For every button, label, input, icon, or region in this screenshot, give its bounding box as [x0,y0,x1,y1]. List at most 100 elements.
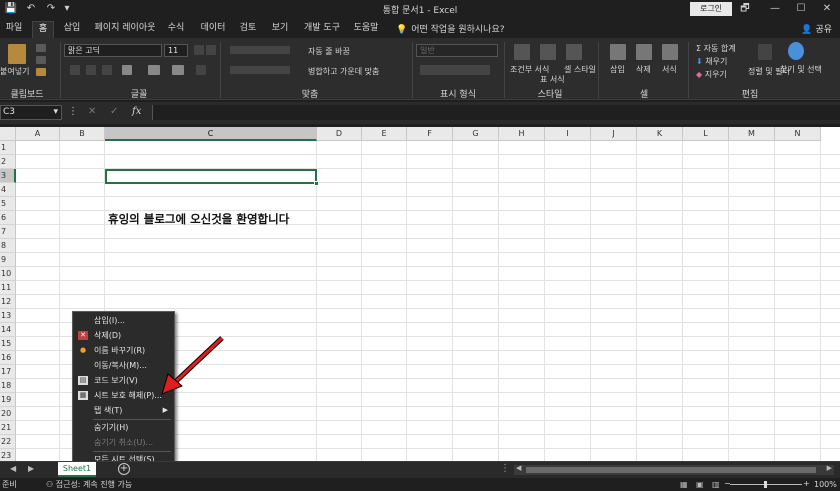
next-sheet-icon[interactable]: ▶ [28,464,34,473]
insert-cells-label[interactable]: 삽입 [610,64,625,75]
column-header-b[interactable]: B [60,127,105,141]
cell-c6[interactable]: 휴잉의 블로그에 오신것을 환영합니다 [108,211,289,227]
format-as-table-icon[interactable] [540,44,556,60]
column-header-a[interactable]: A [16,127,60,141]
row-header-4[interactable]: 4 [0,183,16,197]
insert-cells-icon[interactable] [610,44,626,60]
row-header-5[interactable]: 5 [0,197,16,211]
decrease-font-icon[interactable] [206,45,216,55]
format-cells-icon[interactable] [662,44,678,60]
row-header-17[interactable]: 17 [0,365,16,379]
paste-icon[interactable] [8,44,26,64]
close-button[interactable]: ✕ [816,1,838,17]
font-color-icon[interactable] [172,65,184,75]
save-icon[interactable]: 💾 [4,2,18,16]
font-name-select[interactable]: 맑은 고딕 [64,44,162,57]
tab-file[interactable]: 파일 [2,21,26,38]
page-break-view-icon[interactable]: ▥ [712,478,720,491]
active-cell-selection[interactable] [105,169,317,184]
fill-color-icon[interactable] [148,65,160,75]
number-format-select[interactable]: 일반 [416,44,498,57]
row-header-6[interactable]: 6 [0,211,16,225]
row-header-7[interactable]: 7 [0,225,16,239]
conditional-format-icon[interactable] [514,44,530,60]
format-painter-icon[interactable] [36,68,46,76]
tab-formulas[interactable]: 수식 [164,21,188,38]
ribbon-display-icon[interactable]: 🗗 [734,1,756,17]
vertical-align-icons[interactable] [230,46,290,54]
font-size-select[interactable]: 11 [164,44,188,57]
horizontal-scroll-thumb[interactable] [526,467,816,473]
column-header-m[interactable]: M [729,127,775,141]
tab-view[interactable]: 보기 [268,21,292,38]
row-header-3[interactable]: 3 [0,169,16,183]
column-header-c[interactable]: C [105,127,317,141]
ctx-tab-color[interactable]: 탭 색(T) ▶ [73,403,174,418]
zoom-level[interactable]: 100% [814,478,837,491]
accessibility-status[interactable]: ⚇ 접근성: 계속 진행 가능 [46,478,132,491]
column-header-d[interactable]: D [317,127,362,141]
column-header-i[interactable]: I [545,127,591,141]
column-header-e[interactable]: E [362,127,407,141]
login-button[interactable]: 로그인 [690,2,732,16]
page-layout-view-icon[interactable]: ▣ [696,478,704,491]
row-header-1[interactable]: 1 [0,141,16,155]
row-header-11[interactable]: 11 [0,281,16,295]
scroll-left-icon[interactable]: ◀ [516,464,521,472]
column-header-n[interactable]: N [775,127,821,141]
tab-help[interactable]: 도움말 [350,21,382,38]
row-header-10[interactable]: 10 [0,267,16,281]
cut-icon[interactable] [36,44,46,52]
underline-icon[interactable] [102,65,112,75]
tell-me-search[interactable]: 💡 어떤 작업을 원하시나요? [396,22,505,35]
column-header-l[interactable]: L [683,127,729,141]
zoom-in-icon[interactable]: + [803,477,810,490]
phonetic-icon[interactable] [196,65,206,75]
row-header-18[interactable]: 18 [0,379,16,393]
prev-sheet-icon[interactable]: ◀ [10,464,16,473]
ctx-insert[interactable]: 삽입(I)... [73,313,174,328]
row-header-16[interactable]: 16 [0,351,16,365]
row-header-13[interactable]: 13 [0,309,16,323]
tab-insert[interactable]: 삽입 [60,21,84,38]
tab-review[interactable]: 검토 [236,21,260,38]
horizontal-scrollbar[interactable]: ◀ ▶ [514,464,834,475]
tab-data[interactable]: 데이터 [198,21,228,38]
row-header-9[interactable]: 9 [0,253,16,267]
italic-icon[interactable] [86,65,96,75]
redo-icon[interactable]: ↷ [44,2,58,16]
cell-styles-icon[interactable] [566,44,582,60]
name-box[interactable]: C3 ▾ [0,105,62,120]
fill-handle[interactable] [314,181,319,186]
cell-styles-label[interactable]: 셀 스타일 [564,64,596,75]
row-header-19[interactable]: 19 [0,393,16,407]
row-header-23[interactable]: 23 [0,449,16,461]
column-header-j[interactable]: J [591,127,637,141]
select-all-corner[interactable] [0,127,16,141]
undo-icon[interactable]: ↶ [24,2,38,16]
row-header-2[interactable]: 2 [0,155,16,169]
horizontal-align-icons[interactable] [230,66,290,74]
delete-cells-label[interactable]: 삭제 [636,64,651,75]
find-select-label[interactable]: 찾기 및 선택 [780,64,822,75]
zoom-slider-thumb[interactable] [764,481,767,488]
row-header-14[interactable]: 14 [0,323,16,337]
column-header-g[interactable]: G [453,127,499,141]
fill-button[interactable]: ⬇ 채우기 [696,56,727,67]
column-header-h[interactable]: H [499,127,545,141]
column-header-k[interactable]: K [637,127,683,141]
more-options-icon[interactable]: ⋮ [68,106,78,117]
merge-center-button[interactable]: 병합하고 가운데 맞춤 [308,66,379,77]
cancel-icon[interactable]: ✕ [88,106,96,117]
row-header-22[interactable]: 22 [0,435,16,449]
formula-input[interactable] [152,105,840,120]
border-icon[interactable] [122,65,132,75]
row-header-20[interactable]: 20 [0,407,16,421]
sheet-tab-sheet1[interactable]: Sheet1 [58,462,96,477]
add-sheet-icon[interactable]: + [118,463,130,475]
bold-icon[interactable] [70,65,80,75]
row-header-12[interactable]: 12 [0,295,16,309]
copy-icon[interactable] [36,56,46,64]
tab-page-layout[interactable]: 페이지 레이아웃 [92,21,158,38]
sort-filter-icon[interactable] [758,44,772,60]
